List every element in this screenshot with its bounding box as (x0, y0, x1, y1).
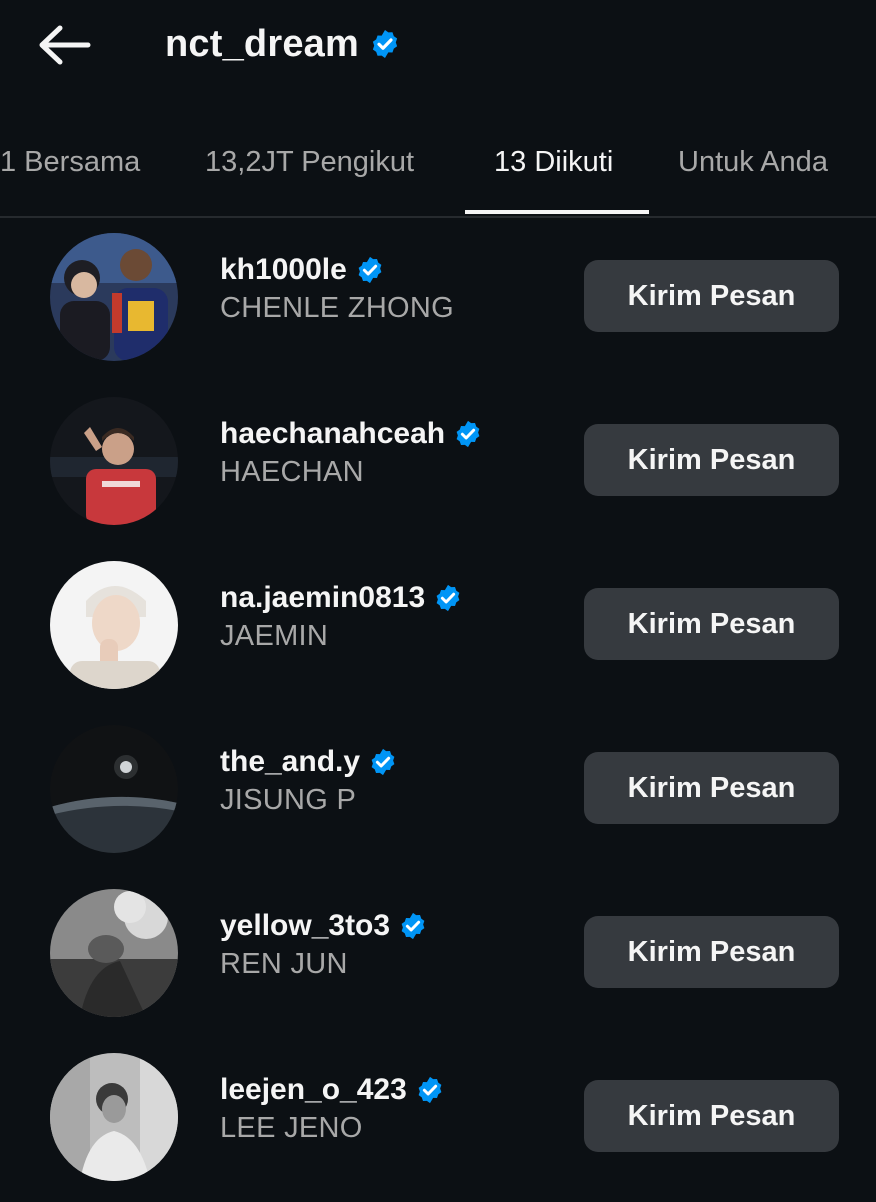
profile-username: nct_dream (165, 23, 359, 65)
verified-badge-icon (456, 420, 480, 448)
user-info: kh1000le CHENLE ZHONG (220, 250, 454, 325)
avatar[interactable] (50, 889, 178, 1017)
full-name: CHENLE ZHONG (220, 292, 455, 324)
user-info: na.jaemin0813 JAEMIN (220, 578, 463, 653)
send-message-button[interactable]: Kirim Pesan (584, 1080, 839, 1152)
username-line: yellow_3to3 (220, 906, 428, 946)
username[interactable]: na.jaemin0813 (220, 581, 425, 615)
verified-badge-icon (401, 912, 425, 940)
list-item: the_and.y JISUNG P Kirim Pesan (0, 710, 876, 874)
profile-title: nct_dream (165, 18, 401, 70)
verified-badge-icon (371, 748, 395, 776)
list-item: na.jaemin0813 JAEMIN Kirim Pesan (0, 546, 876, 710)
user-info: haechanahceah HAECHAN (220, 414, 483, 489)
active-tab-indicator (465, 210, 649, 214)
verified-badge-icon (436, 584, 460, 612)
full-name: JISUNG P (220, 784, 357, 816)
tab-mutual[interactable]: 1 Bersama (0, 140, 140, 184)
list-item: leejen_o_423 LEE JENO Kirim Pesan (0, 1038, 876, 1202)
full-name: HAECHAN (220, 456, 364, 488)
full-name: LEE JENO (220, 1112, 363, 1144)
username[interactable]: leejen_o_423 (220, 1073, 407, 1107)
list-item: haechanahceah HAECHAN Kirim Pesan (0, 382, 876, 546)
arrow-left-icon (39, 25, 91, 65)
username[interactable]: the_and.y (220, 745, 360, 779)
full-name: JAEMIN (220, 620, 329, 652)
username-line: the_and.y (220, 742, 398, 782)
username-line: haechanahceah (220, 414, 483, 454)
user-info: yellow_3to3 REN JUN (220, 906, 428, 981)
username[interactable]: yellow_3to3 (220, 909, 390, 943)
list-item: kh1000le CHENLE ZHONG Kirim Pesan (0, 218, 876, 382)
top-bar: nct_dream (0, 0, 876, 92)
username-line: na.jaemin0813 (220, 578, 463, 618)
avatar[interactable] (50, 233, 178, 361)
tab-for-you[interactable]: Untuk Anda (678, 140, 828, 184)
avatar[interactable] (50, 561, 178, 689)
user-info: leejen_o_423 LEE JENO (220, 1070, 445, 1145)
verified-badge-icon (358, 256, 382, 284)
username[interactable]: haechanahceah (220, 417, 445, 451)
avatar[interactable] (50, 725, 178, 853)
send-message-button[interactable]: Kirim Pesan (584, 916, 839, 988)
verified-badge-icon (418, 1076, 442, 1104)
send-message-button[interactable]: Kirim Pesan (584, 752, 839, 824)
list-item: yellow_3to3 REN JUN Kirim Pesan (0, 874, 876, 1038)
follow-tabs: 1 Bersama 13,2JT Pengikut 13 Diikuti Unt… (0, 130, 876, 218)
send-message-button[interactable]: Kirim Pesan (584, 588, 839, 660)
tab-following[interactable]: 13 Diikuti (494, 140, 613, 184)
tab-followers[interactable]: 13,2JT Pengikut (205, 140, 414, 184)
send-message-button[interactable]: Kirim Pesan (584, 260, 839, 332)
avatar[interactable] (50, 1053, 178, 1181)
full-name: REN JUN (220, 948, 348, 980)
send-message-button[interactable]: Kirim Pesan (584, 424, 839, 496)
avatar[interactable] (50, 397, 178, 525)
username-line: leejen_o_423 (220, 1070, 445, 1110)
username[interactable]: kh1000le (220, 253, 347, 287)
user-info: the_and.y JISUNG P (220, 742, 398, 817)
verified-badge-icon (372, 30, 398, 58)
back-button[interactable] (30, 20, 100, 70)
username-line: kh1000le (220, 250, 454, 290)
